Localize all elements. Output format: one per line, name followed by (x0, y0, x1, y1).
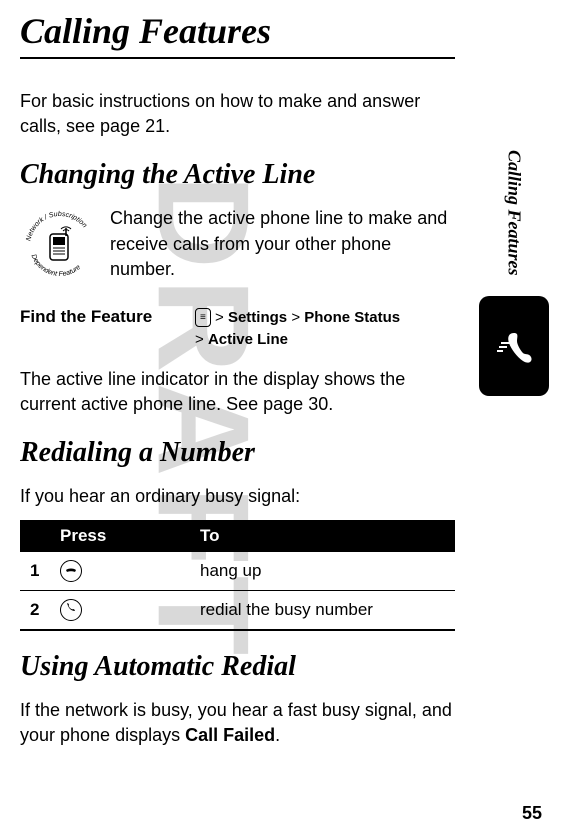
section1-after: The active line indicator in the display… (20, 367, 455, 417)
press-to-table: Press To 1 hang up 2 (20, 520, 455, 631)
page-number: 55 (522, 803, 542, 824)
section1-intro: Change the active phone line to make and… (110, 206, 455, 282)
section2-intro: If you hear an ordinary busy signal: (20, 484, 455, 509)
section3-intro-post: . (275, 725, 280, 745)
menu-icon: ≡ (195, 308, 211, 327)
path-active-line: Active Line (208, 331, 288, 348)
press-cell (50, 590, 190, 630)
press-cell (50, 552, 190, 591)
network-subscription-icon: Network / Subscription Dependent Feature (20, 206, 100, 286)
table-row: 2 redial the busy number (20, 590, 455, 630)
to-cell: redial the busy number (190, 590, 455, 630)
path-sep: > (195, 331, 204, 348)
table-row: 1 hang up (20, 552, 455, 591)
svg-text:Dependent Feature: Dependent Feature (30, 254, 83, 279)
path-sep: > (215, 309, 224, 326)
table-header-empty (20, 520, 50, 552)
table-header-to: To (190, 520, 455, 552)
find-feature-row: Find the Feature ≡ > Settings > Phone St… (20, 307, 455, 352)
phone-tab-icon (479, 296, 549, 396)
intro-paragraph: For basic instructions on how to make an… (20, 89, 455, 139)
end-call-icon (60, 560, 82, 582)
section-heading-changing-line: Changing the Active Line (20, 159, 455, 191)
path-phone-status: Phone Status (304, 309, 400, 326)
path-settings: Settings (228, 309, 287, 326)
page-title: Calling Features (20, 10, 455, 59)
right-sidebar: Calling Features (464, 150, 564, 396)
find-feature-path: ≡ > Settings > Phone Status > Active Lin… (195, 307, 400, 352)
step-number: 1 (20, 552, 50, 591)
path-sep: > (291, 309, 300, 326)
section-heading-redialing: Redialing a Number (20, 437, 455, 469)
call-failed-label: Call Failed (185, 725, 275, 745)
to-cell: hang up (190, 552, 455, 591)
section-heading-auto-redial: Using Automatic Redial (20, 651, 455, 683)
section3-intro: If the network is busy, you hear a fast … (20, 698, 455, 748)
step-number: 2 (20, 590, 50, 630)
table-header-press: Press (50, 520, 190, 552)
sidebar-section-label: Calling Features (504, 150, 525, 276)
send-call-icon (60, 599, 82, 621)
find-feature-label: Find the Feature (20, 307, 175, 327)
